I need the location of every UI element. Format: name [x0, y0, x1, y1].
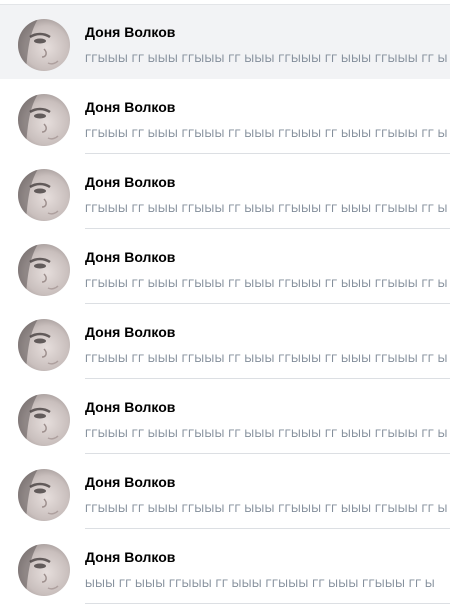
chat-preview: ГГЫЫЫ ГГ ЫЫЫ ГГЫЫЫ ГГ ЫЫЫ ГГЫЫЫ ГГ ЫЫЫ Г…: [85, 53, 448, 65]
chat-preview: ГГЫЫЫ ГГ ЫЫЫ ГГЫЫЫ ГГ ЫЫЫ ГГЫЫЫ ГГ ЫЫЫ Г…: [85, 278, 448, 290]
chat-name: Доня Волков: [85, 549, 176, 565]
chat-preview: ГГЫЫЫ ГГ ЫЫЫ ГГЫЫЫ ГГ ЫЫЫ ГГЫЫЫ ГГ ЫЫЫ Г…: [85, 128, 448, 140]
chat-row[interactable]: Доня Волков ГГЫЫЫ ГГ ЫЫЫ ГГЫЫЫ ГГ ЫЫЫ ГГ…: [0, 304, 450, 379]
chat-name: Доня Волков: [85, 399, 176, 415]
avatar[interactable]: [18, 469, 70, 521]
chat-preview: ГГЫЫЫ ГГ ЫЫЫ ГГЫЫЫ ГГ ЫЫЫ ГГЫЫЫ ГГ ЫЫЫ Г…: [85, 503, 448, 515]
chat-list: Доня Волков ГГЫЫЫ ГГ ЫЫЫ ГГЫЫЫ ГГ ЫЫЫ ГГ…: [0, 0, 450, 604]
chat-preview: ГГЫЫЫ ГГ ЫЫЫ ГГЫЫЫ ГГ ЫЫЫ ГГЫЫЫ ГГ ЫЫЫ Г…: [85, 428, 448, 440]
chat-preview: ГГЫЫЫ ГГ ЫЫЫ ГГЫЫЫ ГГ ЫЫЫ ГГЫЫЫ ГГ ЫЫЫ Г…: [85, 203, 448, 215]
avatar[interactable]: [18, 169, 70, 221]
chat-row[interactable]: Доня Волков ЫЫЫ ГГ ЫЫЫ ГГЫЫЫ ГГ ЫЫЫ ГГЫЫ…: [0, 529, 450, 604]
chat-name: Доня Волков: [85, 474, 176, 490]
chat-preview: ЫЫЫ ГГ ЫЫЫ ГГЫЫЫ ГГ ЫЫЫ ГГЫЫЫ ГГ ЫЫЫ ГГЫ…: [85, 578, 436, 590]
avatar[interactable]: [18, 94, 70, 146]
avatar[interactable]: [18, 394, 70, 446]
avatar[interactable]: [18, 544, 70, 596]
chat-row[interactable]: Доня Волков ГГЫЫЫ ГГ ЫЫЫ ГГЫЫЫ ГГ ЫЫЫ ГГ…: [0, 79, 450, 154]
chat-name: Доня Волков: [85, 249, 176, 265]
chat-row[interactable]: Доня Волков ГГЫЫЫ ГГ ЫЫЫ ГГЫЫЫ ГГ ЫЫЫ ГГ…: [0, 454, 450, 529]
avatar[interactable]: [18, 244, 70, 296]
avatar[interactable]: [18, 319, 70, 371]
avatar[interactable]: [18, 19, 70, 71]
chat-row[interactable]: Доня Волков ГГЫЫЫ ГГ ЫЫЫ ГГЫЫЫ ГГ ЫЫЫ ГГ…: [0, 4, 450, 79]
chat-name: Доня Волков: [85, 174, 176, 190]
chat-row[interactable]: Доня Волков ГГЫЫЫ ГГ ЫЫЫ ГГЫЫЫ ГГ ЫЫЫ ГГ…: [0, 379, 450, 454]
chat-name: Доня Волков: [85, 24, 176, 40]
chat-row[interactable]: Доня Волков ГГЫЫЫ ГГ ЫЫЫ ГГЫЫЫ ГГ ЫЫЫ ГГ…: [0, 154, 450, 229]
chat-name: Доня Волков: [85, 99, 176, 115]
chat-preview: ГГЫЫЫ ГГ ЫЫЫ ГГЫЫЫ ГГ ЫЫЫ ГГЫЫЫ ГГ ЫЫЫ Г…: [85, 353, 448, 365]
chat-row[interactable]: Доня Волков ГГЫЫЫ ГГ ЫЫЫ ГГЫЫЫ ГГ ЫЫЫ ГГ…: [0, 229, 450, 304]
chat-name: Доня Волков: [85, 324, 176, 340]
